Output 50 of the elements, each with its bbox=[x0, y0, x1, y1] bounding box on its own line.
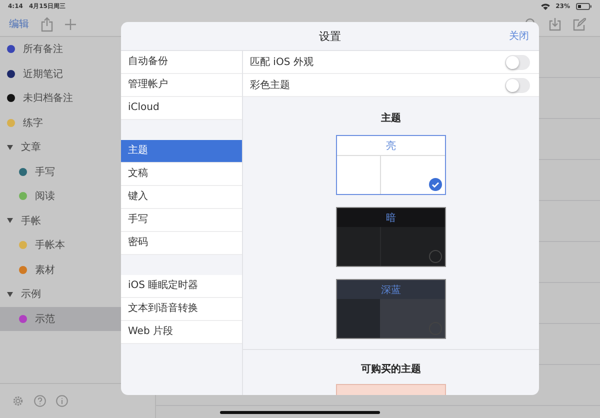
theme-name: 深蓝 bbox=[381, 284, 401, 296]
edit-button[interactable]: 编辑 bbox=[9, 17, 29, 31]
theme-name: 亮 bbox=[386, 140, 396, 152]
compose-icon[interactable] bbox=[573, 18, 586, 30]
theme-card[interactable]: 深蓝 bbox=[336, 279, 446, 339]
settings-menu-item[interactable]: 自动备份 bbox=[121, 51, 242, 74]
settings-menu-item[interactable]: 键入 bbox=[121, 186, 242, 209]
settings-icon[interactable] bbox=[12, 395, 24, 407]
section-heading: 主题 bbox=[381, 111, 401, 125]
theme-card[interactable]: 暗 bbox=[336, 207, 446, 267]
switch-label: 匹配 iOS 外观 bbox=[250, 56, 314, 69]
disclosure-triangle-icon bbox=[7, 292, 13, 297]
settings-menu-item[interactable]: 密码 bbox=[121, 232, 242, 255]
settings-menu-item[interactable]: 文本到语音转换 bbox=[121, 298, 242, 321]
settings-menu-item[interactable]: 管理帐户 bbox=[121, 74, 242, 97]
close-button[interactable]: 关闭 bbox=[509, 29, 529, 43]
share-icon[interactable] bbox=[41, 16, 53, 32]
sidebar-label: 手写 bbox=[35, 166, 55, 179]
sidebar-label: 示例 bbox=[21, 288, 41, 302]
settings-menu-item[interactable]: Web 片段 bbox=[121, 321, 242, 344]
disclosure-triangle-icon bbox=[7, 144, 13, 150]
theme-name: 暗 bbox=[386, 212, 396, 224]
wifi-icon bbox=[540, 2, 550, 10]
sidebar-label: 素材 bbox=[35, 264, 55, 277]
dialog-title: 设置 bbox=[319, 28, 341, 44]
section-heading: 可购买的主题 bbox=[361, 362, 421, 376]
toggle-switch[interactable] bbox=[505, 54, 530, 70]
sidebar-label: 阅读 bbox=[35, 190, 55, 204]
info-icon[interactable] bbox=[56, 395, 68, 407]
sidebar-label: 近期笔记 bbox=[23, 68, 63, 81]
sidebar-label: 所有备注 bbox=[23, 42, 63, 56]
disclosure-triangle-icon bbox=[7, 218, 13, 224]
switch-label: 彩色主题 bbox=[250, 78, 290, 92]
sidebar-label: 练字 bbox=[23, 116, 43, 130]
sidebar-label: 手帐 bbox=[21, 214, 41, 228]
battery-icon bbox=[576, 2, 592, 10]
settings-menu-item[interactable]: 主题 bbox=[121, 140, 242, 163]
settings-menu-item[interactable]: iCloud bbox=[121, 97, 242, 120]
sidebar-label: 手帐本 bbox=[35, 238, 65, 252]
sidebar-label: 文章 bbox=[21, 140, 41, 154]
sidebar-label: 示范 bbox=[35, 312, 55, 326]
theme-card[interactable]: 亮 bbox=[336, 135, 446, 195]
settings-menu-item[interactable]: iOS 睡眠定时器 bbox=[121, 275, 242, 298]
sidebar-label: 未归档备注 bbox=[23, 92, 73, 106]
settings-menu-item[interactable]: 手写 bbox=[121, 209, 242, 232]
settings-menu-item[interactable]: 文稿 bbox=[121, 163, 242, 186]
toggle-switch[interactable] bbox=[505, 78, 530, 92]
add-icon[interactable] bbox=[65, 18, 76, 30]
tray-download-icon[interactable] bbox=[549, 18, 561, 30]
help-icon[interactable] bbox=[34, 395, 46, 407]
